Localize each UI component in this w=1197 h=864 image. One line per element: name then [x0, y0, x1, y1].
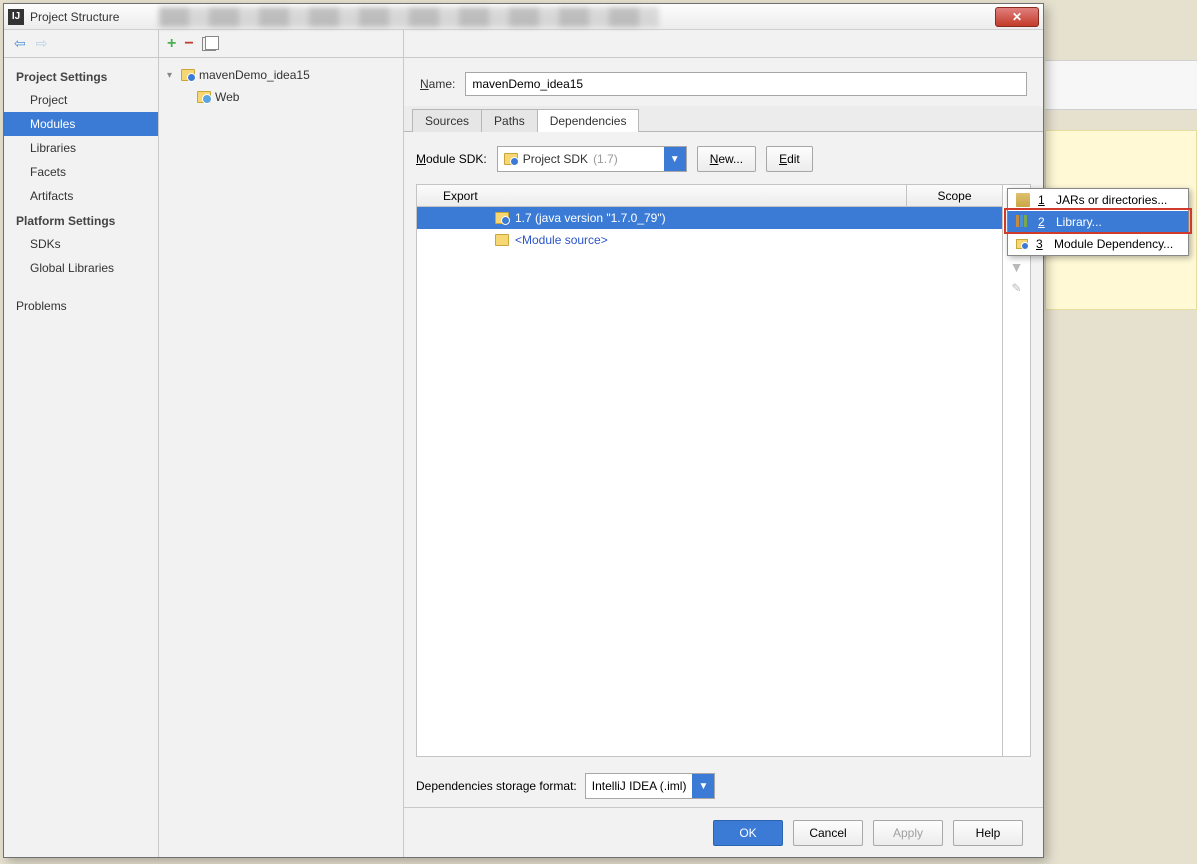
app-icon: IJ	[8, 9, 24, 25]
web-facet-icon	[197, 91, 211, 103]
tree-toolbar: + −	[159, 30, 403, 58]
background-toolbar-strip	[1045, 60, 1197, 110]
project-structure-dialog: IJ Project Structure ✕ ⇦ ⇨ Project Setti…	[3, 3, 1044, 858]
caret-icon[interactable]: ▾	[167, 70, 177, 81]
close-button[interactable]: ✕	[995, 7, 1039, 27]
popup-num-1: 1	[1038, 193, 1048, 207]
blurred-background-menu	[159, 7, 659, 27]
name-row: Name:	[404, 58, 1043, 106]
help-button[interactable]: Help	[953, 820, 1023, 846]
dependencies-table: Export Scope 1.7 (java version "1.7.0_79…	[417, 185, 1002, 756]
main-panel: Name: Sources Paths Dependencies Module …	[404, 30, 1043, 857]
tabs: Sources Paths Dependencies	[404, 106, 1043, 132]
dep-row-module-source[interactable]: <Module source>	[417, 229, 1002, 251]
module-label: mavenDemo_idea15	[199, 68, 310, 82]
tab-dependencies[interactable]: Dependencies	[537, 109, 640, 132]
module-sdk-row: Module SDK: Project SDK (1.7) ▼ New... E…	[416, 146, 1031, 172]
sidebar-item-sdks[interactable]: SDKs	[4, 232, 158, 256]
edit-dependency-icon[interactable]: ✎	[1011, 281, 1021, 295]
tab-sources[interactable]: Sources	[412, 109, 482, 132]
tree-row-module[interactable]: ▾ mavenDemo_idea15	[163, 64, 399, 86]
source-folder-icon	[495, 234, 509, 246]
dependencies-header: Export Scope	[417, 185, 1002, 207]
ok-button[interactable]: OK	[713, 820, 783, 846]
edit-sdk-button[interactable]: Edit	[766, 146, 813, 172]
dialog-body: ⇦ ⇨ Project Settings Project Modules Lib…	[4, 30, 1043, 857]
storage-format-row: Dependencies storage format: IntelliJ ID…	[416, 769, 1031, 799]
sidebar-heading-project: Project Settings	[4, 64, 158, 88]
sidebar-item-artifacts[interactable]: Artifacts	[4, 184, 158, 208]
dialog-buttons: OK Cancel Apply Help	[404, 807, 1043, 857]
back-icon[interactable]: ⇦	[14, 35, 26, 52]
apply-button[interactable]: Apply	[873, 820, 943, 846]
sidebar-item-project[interactable]: Project	[4, 88, 158, 112]
module-tree-panel: + − ▾ mavenDemo_idea15 Web	[159, 30, 404, 857]
storage-label: Dependencies storage format:	[416, 779, 577, 793]
sidebar-nav: ⇦ ⇨	[4, 30, 158, 58]
cancel-button[interactable]: Cancel	[793, 820, 863, 846]
col-scope[interactable]: Scope	[907, 185, 1002, 206]
module-sdk-label: Module SDK:	[416, 152, 487, 166]
dep-source-text: <Module source>	[515, 233, 608, 247]
tab-paths[interactable]: Paths	[481, 109, 538, 132]
storage-value: IntelliJ IDEA (.iml)	[592, 779, 687, 793]
popup-num-2: 2	[1038, 215, 1048, 229]
new-sdk-button[interactable]: New...	[697, 146, 756, 172]
tree-row-web[interactable]: Web	[163, 86, 399, 108]
module-dep-icon	[1016, 239, 1028, 249]
sidebar: ⇦ ⇨ Project Settings Project Modules Lib…	[4, 30, 159, 857]
sidebar-item-facets[interactable]: Facets	[4, 160, 158, 184]
popup-item-library[interactable]: 2 Library...	[1008, 211, 1188, 233]
add-dependency-popup: 1 JARs or directories... 2 Library... 3 …	[1007, 188, 1189, 256]
combo-dropdown-icon[interactable]: ▼	[664, 147, 686, 171]
sdk-folder-icon	[495, 212, 509, 224]
sidebar-item-global-libraries[interactable]: Global Libraries	[4, 256, 158, 280]
sidebar-item-modules[interactable]: Modules	[4, 112, 158, 136]
name-label: Name:	[420, 77, 455, 91]
storage-dropdown-icon[interactable]: ▼	[692, 774, 714, 798]
dependencies-tab-content: Module SDK: Project SDK (1.7) ▼ New... E…	[404, 132, 1043, 807]
sdk-icon	[504, 153, 518, 165]
col-export[interactable]: Export	[417, 185, 907, 206]
module-tree: ▾ mavenDemo_idea15 Web	[159, 58, 403, 114]
sidebar-item-libraries[interactable]: Libraries	[4, 136, 158, 160]
module-name-input[interactable]	[465, 72, 1027, 96]
sidebar-item-problems[interactable]: Problems	[4, 294, 158, 318]
popup-item-module-dep[interactable]: 3 Module Dependency...	[1008, 233, 1188, 255]
dependencies-area: Export Scope 1.7 (java version "1.7.0_79…	[416, 184, 1031, 757]
storage-format-combo[interactable]: IntelliJ IDEA (.iml) ▼	[585, 773, 716, 799]
jars-icon	[1016, 193, 1030, 207]
move-down-icon[interactable]: ▼	[1010, 259, 1024, 275]
main-top-border	[404, 30, 1043, 58]
popup-label-jars: JARs or directories...	[1056, 193, 1167, 207]
sdk-version: (1.7)	[593, 152, 618, 166]
web-label: Web	[215, 90, 239, 104]
forward-icon[interactable]: ⇨	[36, 35, 48, 52]
sdk-name: Project SDK	[523, 152, 588, 166]
popup-label-library: Library...	[1056, 215, 1102, 229]
dep-sdk-text: 1.7 (java version "1.7.0_79")	[515, 211, 666, 225]
titlebar: IJ Project Structure ✕	[4, 4, 1043, 30]
popup-num-3: 3	[1036, 237, 1046, 251]
copy-module-icon[interactable]	[202, 37, 216, 51]
module-icon	[181, 69, 195, 81]
module-sdk-combo[interactable]: Project SDK (1.7) ▼	[497, 146, 687, 172]
add-module-icon[interactable]: +	[167, 35, 176, 53]
sidebar-heading-platform: Platform Settings	[4, 208, 158, 232]
dependencies-side-toolbar: + − ▲ ▼ ✎	[1002, 185, 1030, 756]
popup-item-jars[interactable]: 1 JARs or directories...	[1008, 189, 1188, 211]
sidebar-list: Project Settings Project Modules Librari…	[4, 58, 158, 324]
remove-module-icon[interactable]: −	[184, 35, 193, 53]
popup-label-module-dep: Module Dependency...	[1054, 237, 1173, 251]
window-title: Project Structure	[30, 10, 119, 24]
library-icon	[1016, 215, 1030, 229]
dep-row-sdk[interactable]: 1.7 (java version "1.7.0_79")	[417, 207, 1002, 229]
